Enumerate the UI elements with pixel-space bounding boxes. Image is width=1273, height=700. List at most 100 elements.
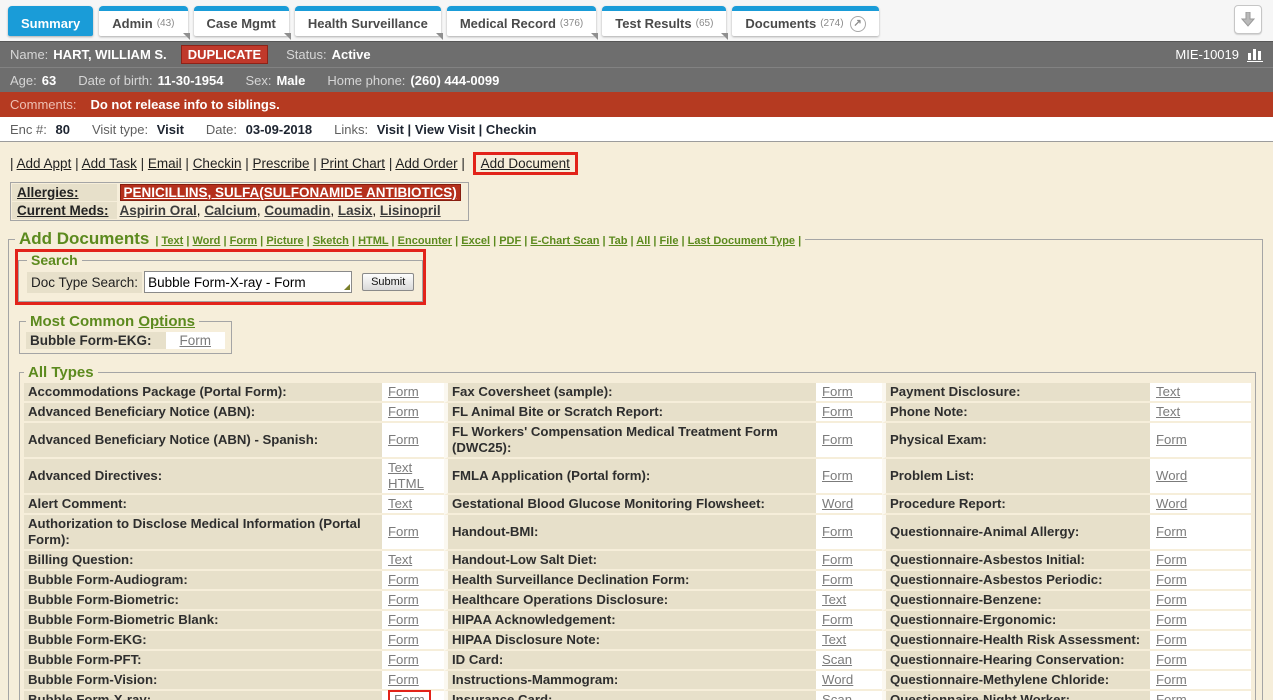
doc-link-form[interactable]: Form xyxy=(388,592,419,607)
med-link-lasix[interactable]: Lasix xyxy=(338,203,373,218)
action-add-document[interactable]: Add Document xyxy=(481,156,570,171)
med-link-lisinopril[interactable]: Lisinopril xyxy=(380,203,441,218)
doc-link-form[interactable]: Form xyxy=(388,672,419,687)
doc-link-form[interactable]: Form xyxy=(1156,672,1187,687)
add-doc-type-encounter[interactable]: Encounter xyxy=(398,235,452,247)
tab-admin[interactable]: Admin(43) xyxy=(99,6,187,36)
doc-link-form[interactable]: Form xyxy=(822,468,853,483)
add-doc-type-last-document-type[interactable]: Last Document Type xyxy=(688,235,795,247)
action-add-order[interactable]: Add Order xyxy=(395,156,457,171)
add-doc-type-excel[interactable]: Excel xyxy=(461,235,490,247)
doc-link-form[interactable]: Form xyxy=(1156,552,1187,567)
patient-stats-button[interactable] xyxy=(1247,47,1263,62)
tab-dropdown-indicator-icon xyxy=(591,33,598,40)
doc-link-text[interactable]: Text xyxy=(822,632,846,647)
add-doc-type-pdf[interactable]: PDF xyxy=(499,235,521,247)
doc-link-text[interactable]: Text xyxy=(388,552,412,567)
action-print-chart[interactable]: Print Chart xyxy=(321,156,386,171)
add-doc-type-tab[interactable]: Tab xyxy=(609,235,628,247)
combo-dropdown-icon[interactable] xyxy=(344,284,350,290)
table-row: Bubble Form-Audiogram:FormHealth Surveil… xyxy=(24,571,1251,591)
doc-link-text[interactable]: Text xyxy=(388,460,412,475)
add-doc-type-form[interactable]: Form xyxy=(230,235,258,247)
doc-link-form[interactable]: Form xyxy=(1156,692,1187,700)
doc-link-form[interactable]: Form xyxy=(822,432,853,447)
doc-link-form[interactable]: Form xyxy=(822,524,853,539)
tab-health-surveillance[interactable]: Health Surveillance xyxy=(295,6,441,36)
tab-test-results[interactable]: Test Results(65) xyxy=(602,6,726,36)
add-doc-type-e-chart-scan[interactable]: E-Chart Scan xyxy=(530,235,599,247)
doc-link-form[interactable]: Form xyxy=(1156,652,1187,667)
doc-link-scan[interactable]: Scan xyxy=(822,652,852,667)
doc-type-search-input[interactable] xyxy=(144,271,352,293)
doc-link-word[interactable]: Word xyxy=(822,496,853,511)
med-link-coumadin[interactable]: Coumadin xyxy=(264,203,330,218)
most-common-form-link[interactable]: Form xyxy=(180,333,212,348)
open-in-new-icon[interactable]: ↗ xyxy=(850,16,866,32)
doc-link-word[interactable]: Word xyxy=(1156,468,1187,483)
doc-type-link-cell: Form xyxy=(1150,631,1251,651)
doc-link-form[interactable]: Form xyxy=(388,632,419,647)
doc-link-form[interactable]: Form xyxy=(1156,524,1187,539)
current-meds-link[interactable]: Current Meds: xyxy=(17,203,109,218)
doc-link-form[interactable]: Form xyxy=(822,384,853,399)
add-doc-type-text[interactable]: Text xyxy=(161,235,183,247)
encounter-link-visit[interactable]: Visit xyxy=(377,122,404,137)
doc-link-word[interactable]: Word xyxy=(1156,496,1187,511)
visit-type-label: Visit type: xyxy=(92,122,148,137)
doc-type-link-cell: TextHTML xyxy=(382,459,444,495)
doc-link-text[interactable]: Text xyxy=(1156,384,1180,399)
doc-link-form[interactable]: Form xyxy=(1156,592,1187,607)
action-add-appt[interactable]: Add Appt xyxy=(17,156,72,171)
doc-link-form[interactable]: Form xyxy=(388,612,419,627)
action-email[interactable]: Email xyxy=(148,156,182,171)
add-doc-type-picture[interactable]: Picture xyxy=(266,235,303,247)
encounter-link-checkin[interactable]: Checkin xyxy=(486,122,537,137)
submit-button[interactable]: Submit xyxy=(362,273,414,291)
doc-link-form[interactable]: Form xyxy=(388,572,419,587)
tab-documents[interactable]: Documents(274)↗ xyxy=(732,6,878,36)
action-add-task[interactable]: Add Task xyxy=(82,156,137,171)
doc-link-word[interactable]: Word xyxy=(822,672,853,687)
doc-link-html[interactable]: HTML xyxy=(388,476,424,491)
options-link[interactable]: Options xyxy=(138,313,195,330)
encounter-link-view-visit[interactable]: View Visit xyxy=(415,122,475,137)
allergy-value-link[interactable]: PENICILLINS, SULFA(SULFONAMIDE ANTIBIOTI… xyxy=(120,184,461,201)
doc-link-scan[interactable]: Scan xyxy=(822,692,852,700)
action-prescribe[interactable]: Prescribe xyxy=(252,156,309,171)
doc-link-form[interactable]: Form xyxy=(822,404,853,419)
add-doc-type-file[interactable]: File xyxy=(660,235,679,247)
doc-link-text[interactable]: Text xyxy=(1156,404,1180,419)
add-doc-type-sketch[interactable]: Sketch xyxy=(313,235,349,247)
add-doc-type-word[interactable]: Word xyxy=(193,235,221,247)
doc-link-form[interactable]: Form xyxy=(388,404,419,419)
doc-link-form[interactable]: Form xyxy=(388,384,419,399)
doc-link-form[interactable]: Form xyxy=(822,552,853,567)
med-link-calcium[interactable]: Calcium xyxy=(204,203,257,218)
add-doc-type-all[interactable]: All xyxy=(636,235,650,247)
med-link-aspirin-oral[interactable]: Aspirin Oral xyxy=(120,203,197,218)
doc-type-label: Accommodations Package (Portal Form): xyxy=(24,383,382,403)
allergies-link[interactable]: Allergies: xyxy=(17,185,79,200)
doc-link-form[interactable]: Form xyxy=(1156,572,1187,587)
download-button[interactable] xyxy=(1234,5,1262,34)
tab-label: Medical Record xyxy=(460,16,556,31)
doc-link-form[interactable]: Form xyxy=(1156,612,1187,627)
doc-link-form[interactable]: Form xyxy=(388,652,419,667)
doc-link-form[interactable]: Form xyxy=(822,612,853,627)
tab-summary[interactable]: Summary xyxy=(8,6,93,36)
tab-medical-record[interactable]: Medical Record(376) xyxy=(447,6,596,36)
doc-link-text[interactable]: Text xyxy=(822,592,846,607)
tab-case-mgmt[interactable]: Case Mgmt xyxy=(194,6,289,36)
doc-link-form[interactable]: Form xyxy=(388,432,419,447)
doc-link-form[interactable]: Form xyxy=(394,692,425,700)
doc-link-form[interactable]: Form xyxy=(388,524,419,539)
doc-link-form[interactable]: Form xyxy=(822,572,853,587)
action-checkin[interactable]: Checkin xyxy=(193,156,242,171)
doc-link-form[interactable]: Form xyxy=(1156,432,1187,447)
doc-link-form[interactable]: Form xyxy=(1156,632,1187,647)
add-doc-type-html[interactable]: HTML xyxy=(358,235,388,247)
pipe-separator: | xyxy=(241,156,252,171)
doc-link-text[interactable]: Text xyxy=(388,496,412,511)
doc-type-label: Questionnaire-Ergonomic: xyxy=(882,611,1150,631)
